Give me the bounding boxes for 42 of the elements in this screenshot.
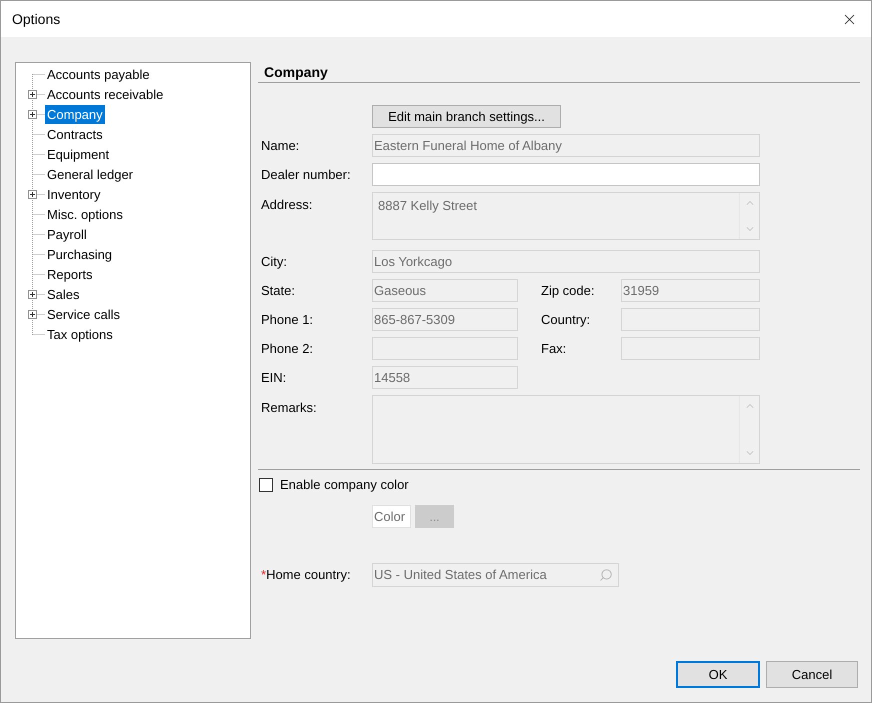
tree-item[interactable]: Misc. options <box>45 204 125 224</box>
tree-item[interactable]: Reports <box>45 264 95 284</box>
expand-icon[interactable] <box>28 290 37 299</box>
field-label: EIN: <box>261 368 286 387</box>
field-label: City: <box>261 252 287 271</box>
checkbox[interactable] <box>259 478 273 492</box>
tree-item[interactable]: Service calls <box>45 304 122 324</box>
section-title: Company <box>263 63 328 82</box>
tree-item[interactable]: Tax options <box>45 324 115 344</box>
tree-item[interactable]: Accounts receivable <box>45 84 166 104</box>
tree-item[interactable]: Purchasing <box>45 244 114 264</box>
field-label: Address: <box>261 196 312 214</box>
expand-icon[interactable] <box>28 90 37 99</box>
text-field[interactable] <box>372 163 760 186</box>
required-mark: * <box>261 566 266 584</box>
tree-item[interactable]: General ledger <box>45 164 135 184</box>
field-label: State: <box>261 282 295 300</box>
checkbox-label[interactable]: Enable company color <box>280 474 409 494</box>
field-label: Phone 1: <box>261 310 314 329</box>
field-label: Fax: <box>541 340 566 358</box>
dialog-button[interactable]: OK <box>676 661 760 688</box>
tree-item[interactable]: Equipment <box>45 144 112 164</box>
field-label: Phone 2: <box>261 340 314 358</box>
edit-settings-button[interactable]: Edit main branch settings... <box>372 105 561 128</box>
color-swatch: Color <box>372 505 411 528</box>
tree-item[interactable]: Accounts payable <box>45 64 152 84</box>
tree-item[interactable]: Payroll <box>45 224 89 244</box>
field-label: Country: <box>541 310 590 329</box>
dialog-button[interactable]: Cancel <box>766 661 858 688</box>
window-title: Options <box>12 10 60 29</box>
field-label: Remarks: <box>261 399 317 417</box>
tree-item[interactable]: Inventory <box>45 184 102 204</box>
tree-item[interactable]: Sales <box>45 284 82 304</box>
expand-icon[interactable] <box>28 190 37 199</box>
expand-icon[interactable] <box>28 110 37 119</box>
field-label: Name: <box>261 136 300 155</box>
field-label: Home country: <box>266 566 351 584</box>
tree-item[interactable]: Company <box>45 104 105 124</box>
expand-icon[interactable] <box>28 310 37 319</box>
field-label: Dealer number: <box>261 166 351 184</box>
field-label: Zip code: <box>541 282 594 300</box>
tree-item[interactable]: Contracts <box>45 124 105 144</box>
